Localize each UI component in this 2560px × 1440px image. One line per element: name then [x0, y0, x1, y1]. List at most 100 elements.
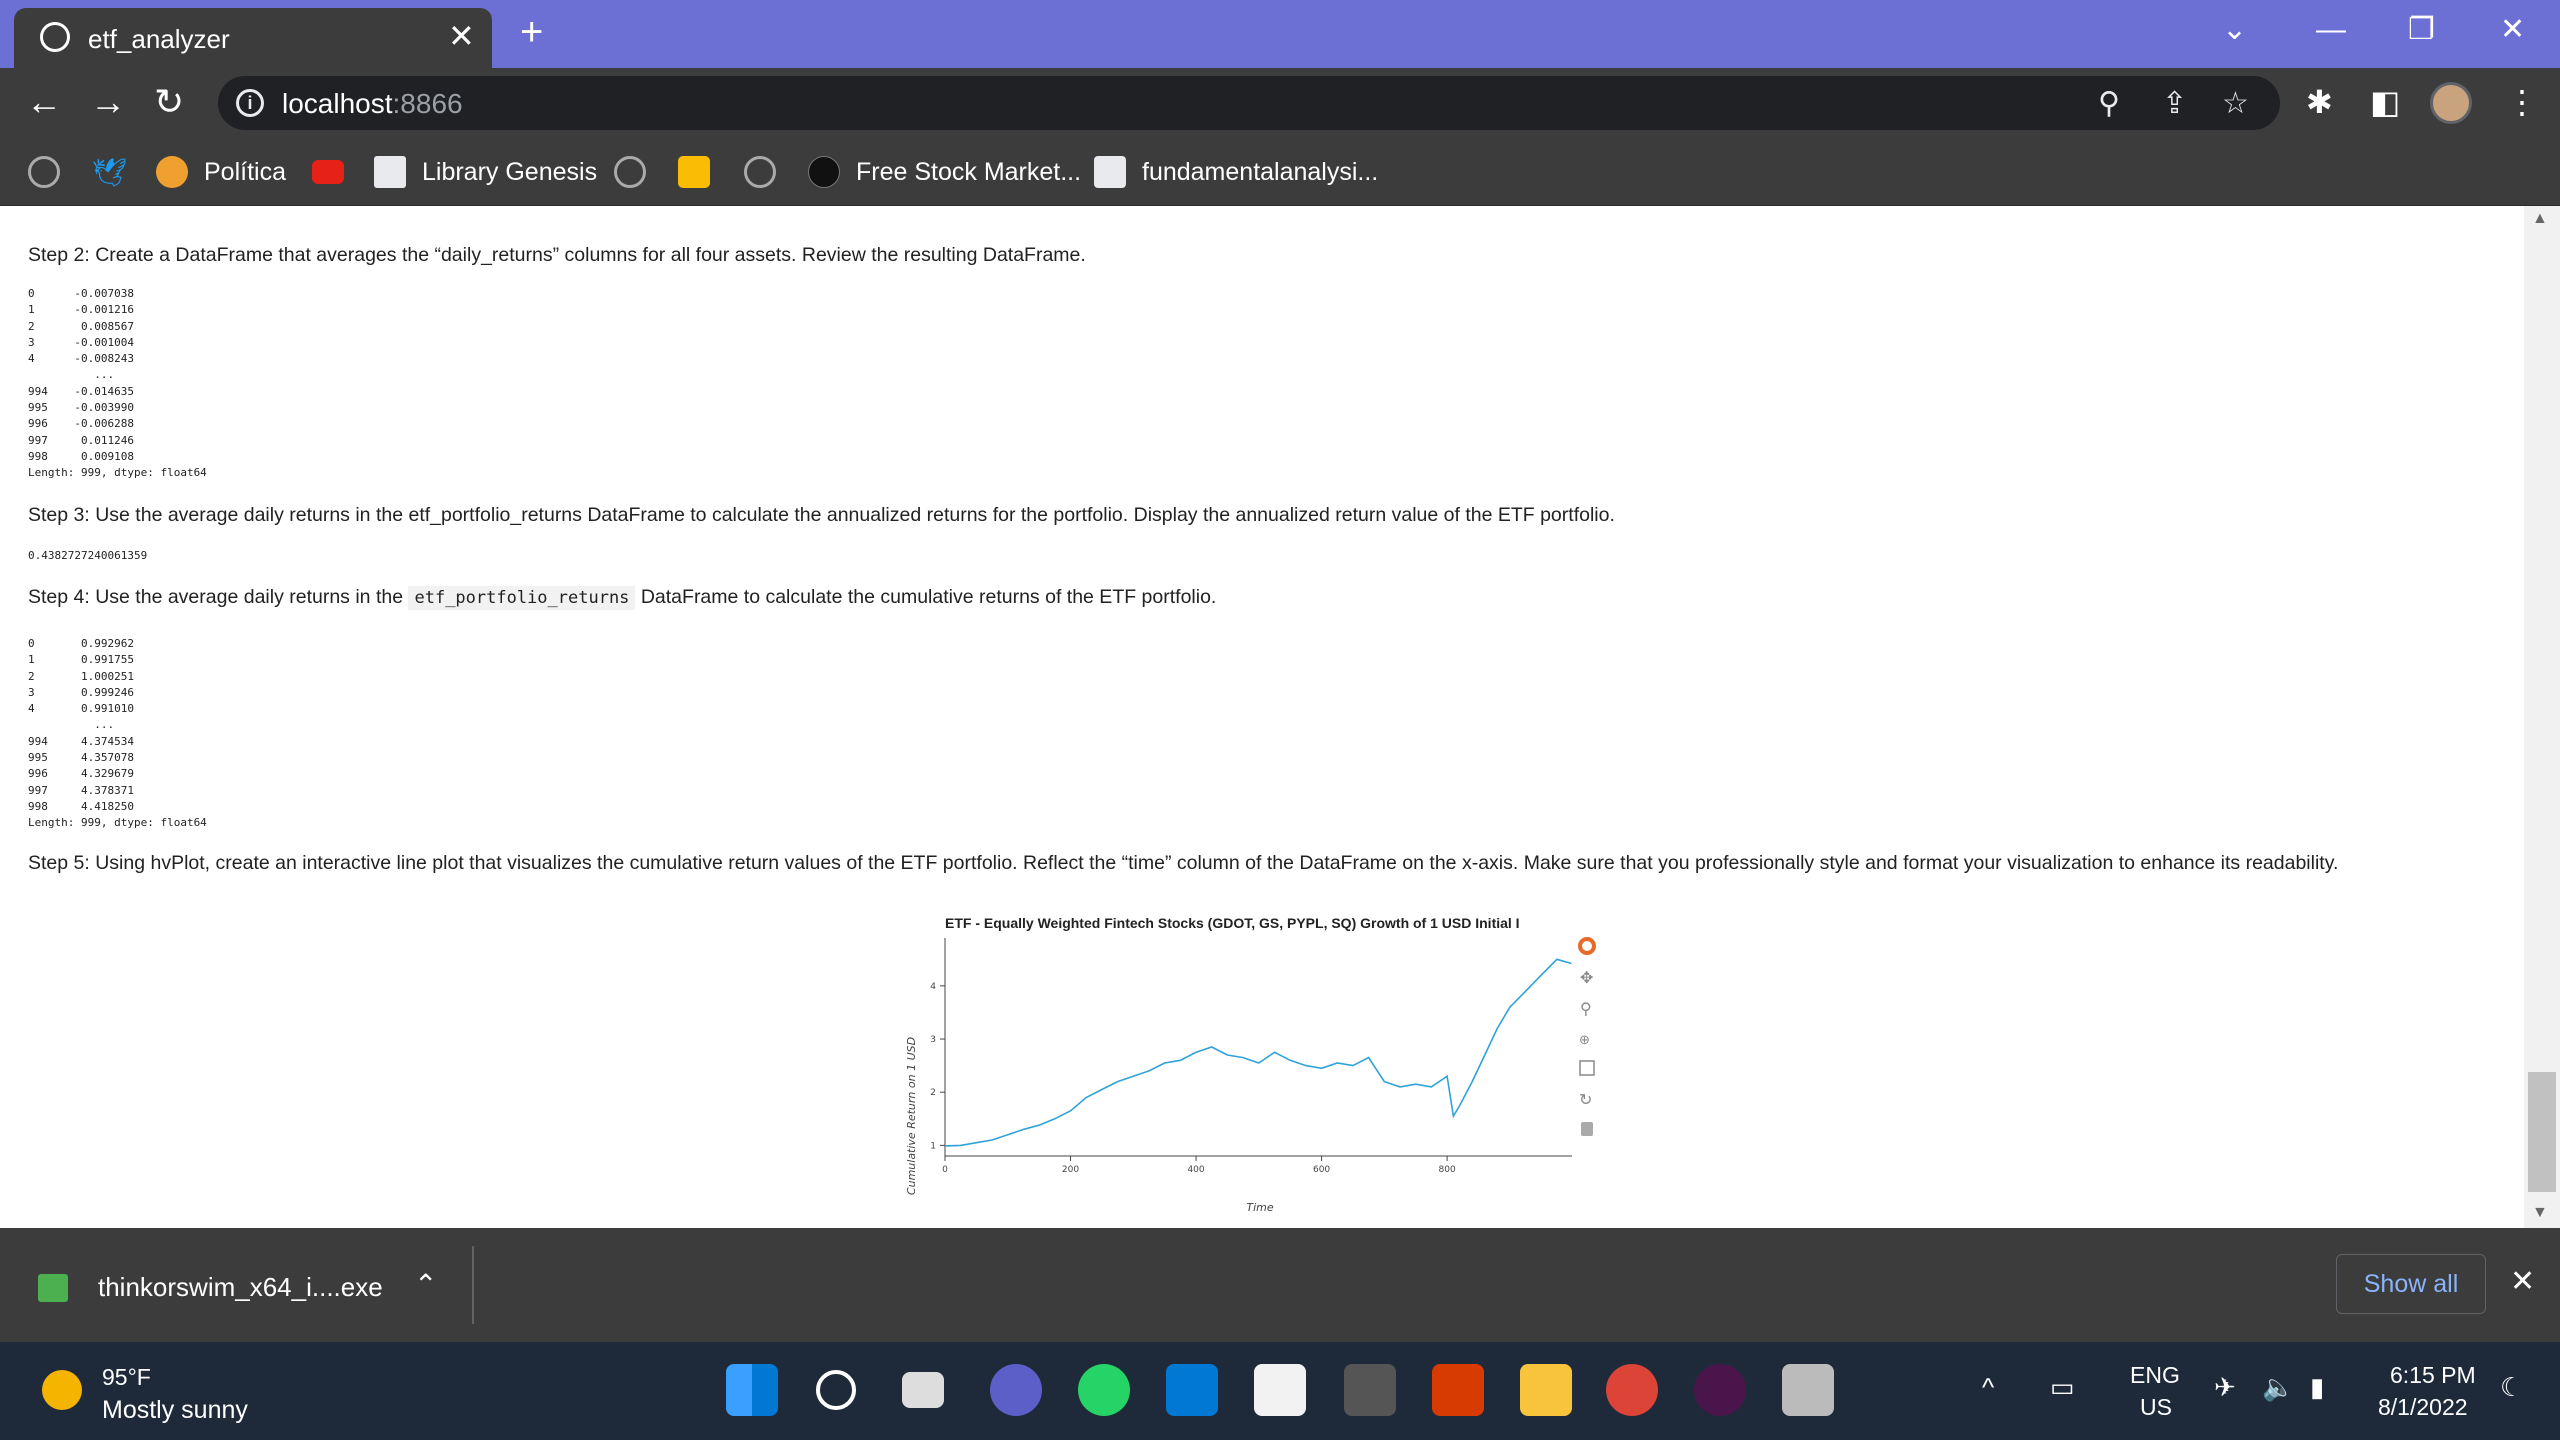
pan-tool-icon[interactable]: ✥ — [1580, 970, 1593, 987]
bookmark-politica[interactable]: Política — [156, 152, 286, 192]
globe-icon — [744, 156, 776, 188]
step2-text: Step 2: Create a DataFrame that averages… — [28, 244, 1086, 266]
tab-strip: etf_analyzer ✕ + ⌄ — ❐ ✕ — [0, 0, 2560, 68]
url-port: :8866 — [392, 88, 463, 119]
reload-icon[interactable]: ↻ — [154, 82, 184, 122]
bookmark-globe-3[interactable] — [744, 152, 792, 192]
bookmark-youtube[interactable] — [312, 152, 360, 192]
snipping-tool-icon[interactable] — [1782, 1364, 1834, 1416]
cube-icon — [1094, 156, 1126, 188]
battery-icon[interactable]: ▮ — [2310, 1372, 2324, 1403]
show-all-button[interactable]: Show all — [2336, 1254, 2486, 1314]
bookmark-library-genesis[interactable]: Library Genesis — [374, 152, 597, 192]
page-scrollbar[interactable]: ▲ ▼ — [2524, 206, 2560, 1228]
app-icon[interactable] — [1344, 1364, 1396, 1416]
zoom-icon[interactable]: ⚲ — [2098, 86, 2120, 121]
star-icon[interactable]: ☆ — [2222, 86, 2249, 121]
notification-icon[interactable]: ☾ — [2500, 1372, 2523, 1403]
box-zoom-tool-icon[interactable]: ⚲ — [1580, 1001, 1592, 1018]
bookmark-keep[interactable] — [678, 152, 726, 192]
bookmarks-bar: 🕊 Política Library Genesis Free Stock Ma… — [0, 138, 2560, 206]
notebook-page: Step 2: Create a DataFrame that averages… — [0, 206, 2560, 1228]
keep-icon — [678, 156, 710, 188]
volume-icon[interactable]: 🔈 — [2262, 1372, 2294, 1403]
y-tick-label: 4 — [930, 982, 936, 992]
minimize-button[interactable]: — — [2316, 10, 2346, 50]
address-bar[interactable]: i localhost:8866 ⚲ ⇪ ☆ — [218, 76, 2280, 130]
youtube-icon — [312, 160, 344, 184]
save-tool-icon[interactable] — [1579, 1060, 1595, 1076]
back-icon[interactable]: ← — [26, 82, 62, 122]
installer-icon — [38, 1274, 68, 1302]
bookmark-globe-1[interactable] — [28, 152, 76, 192]
start-icon[interactable] — [726, 1364, 778, 1416]
reset-tool-icon[interactable]: ↻ — [1579, 1092, 1592, 1109]
cumulative-return-line — [944, 958, 1572, 1147]
weather-temp[interactable]: 95°F — [102, 1364, 151, 1391]
active-tab[interactable]: etf_analyzer ✕ — [14, 8, 492, 68]
divider — [472, 1246, 474, 1324]
search-icon[interactable] — [816, 1370, 856, 1410]
x-tick-label: 200 — [1062, 1165, 1079, 1175]
step5-text: Step 5: Using hvPlot, create an interact… — [28, 852, 2339, 874]
chrome-icon[interactable] — [1606, 1364, 1658, 1416]
globe-icon — [614, 156, 646, 188]
slack-icon[interactable] — [1694, 1364, 1746, 1416]
window-close-button[interactable]: ✕ — [2500, 10, 2525, 50]
downloads-bar: thinkorswim_x64_i....exe ⌃ Show all ✕ — [0, 1228, 2560, 1342]
office-icon[interactable] — [1432, 1364, 1484, 1416]
taskbar: 95°F Mostly sunny ^ ▭ ENG US ✈ 🔈 ▮ 6:15 … — [0, 1342, 2560, 1440]
browser-toolbar: ← → ↻ i localhost:8866 ⚲ ⇪ ☆ ✱ ◧ ⋮ — [0, 68, 2560, 138]
tab-search-icon[interactable]: ⌄ — [2222, 10, 2247, 50]
language-us[interactable]: US — [2140, 1394, 2172, 1421]
bookmark-twitter[interactable]: 🕊 — [92, 152, 140, 192]
menu-icon[interactable]: ⋮ — [2506, 84, 2538, 120]
close-tab-icon[interactable]: ✕ — [448, 20, 475, 52]
chevron-up-icon[interactable]: ⌃ — [414, 1268, 437, 1301]
step4-code: etf_portfolio_returns — [408, 586, 636, 610]
tray-window-icon[interactable]: ▭ — [2050, 1372, 2075, 1403]
restore-button[interactable]: ❐ — [2408, 10, 2435, 50]
bookmark-free-stock-market[interactable]: Free Stock Market... — [808, 152, 1081, 192]
axes: 0 200 400 600 800 1 2 3 4 — [930, 938, 1572, 1175]
step2-output: 0 -0.007038 1 -0.001216 2 0.008567 3 -0.… — [28, 287, 207, 480]
language-eng[interactable]: ENG — [2130, 1362, 2180, 1389]
task-view-icon[interactable] — [902, 1372, 944, 1408]
profile-avatar[interactable] — [2430, 82, 2472, 124]
x-tick-label: 400 — [1187, 1165, 1204, 1175]
series-group — [944, 958, 1572, 1147]
calculator-app-icon[interactable] — [1254, 1364, 1306, 1416]
download-filename[interactable]: thinkorswim_x64_i....exe — [98, 1272, 383, 1303]
bookmark-globe-2[interactable] — [614, 152, 662, 192]
scrollbar-thumb[interactable] — [2528, 1072, 2556, 1192]
info-icon[interactable]: i — [236, 89, 264, 117]
cumulative-return-chart[interactable]: ETF - Equally Weighted Fintech Stocks (G… — [900, 906, 1620, 1226]
extensions-icon[interactable]: ✱ — [2306, 84, 2333, 120]
weather-desc[interactable]: Mostly sunny — [102, 1396, 248, 1425]
hover-tool-icon[interactable] — [1581, 1122, 1593, 1136]
side-panel-icon[interactable]: ◧ — [2370, 84, 2400, 120]
clock-date[interactable]: 8/1/2022 — [2378, 1394, 2468, 1421]
bookmark-fundamentalanalysis[interactable]: fundamentalanalysi... — [1094, 152, 1378, 192]
file-explorer-icon[interactable] — [1520, 1364, 1572, 1416]
tab-title: etf_analyzer — [88, 24, 230, 54]
vscode-icon[interactable] — [1166, 1364, 1218, 1416]
forward-icon[interactable]: → — [90, 82, 126, 122]
clock-time[interactable]: 6:15 PM — [2390, 1362, 2476, 1389]
teams-chat-icon[interactable] — [990, 1364, 1042, 1416]
globe-icon — [40, 22, 70, 52]
x-tick-label: 800 — [1439, 1165, 1456, 1175]
share-icon[interactable]: ⇪ — [2162, 86, 2187, 121]
y-axis-label: Cumulative Return on 1 USD — [905, 1037, 918, 1195]
new-tab-button[interactable]: + — [520, 12, 543, 52]
close-downloads-icon[interactable]: ✕ — [2510, 1264, 2535, 1299]
stock-market-icon — [808, 156, 840, 188]
airplane-icon[interactable]: ✈ — [2214, 1372, 2236, 1403]
wheel-zoom-tool-icon[interactable]: ⊕ — [1579, 1032, 1590, 1047]
scroll-down-icon[interactable]: ▼ — [2532, 1204, 2548, 1222]
scroll-up-icon[interactable]: ▲ — [2532, 210, 2548, 228]
tray-chevron-icon[interactable]: ^ — [1982, 1372, 1994, 1403]
step3-output: 0.4382727240061359 — [28, 549, 148, 562]
whatsapp-icon[interactable] — [1078, 1364, 1130, 1416]
bokeh-toolbar: ✥ ⚲ ⊕ ↻ — [1578, 937, 1596, 1136]
